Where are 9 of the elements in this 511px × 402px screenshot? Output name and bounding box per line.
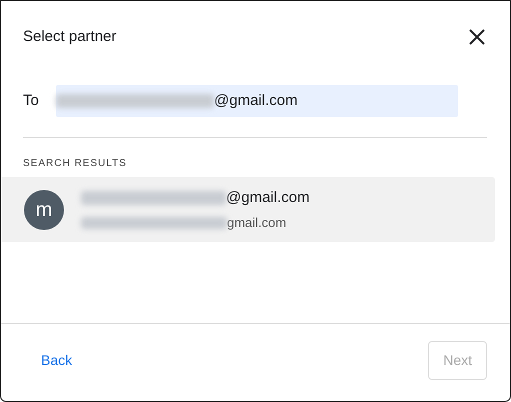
dialog-title: Select partner <box>23 26 116 47</box>
result-email: @gmail.com <box>226 188 310 208</box>
result-secondary-email: gmail.com <box>227 214 286 232</box>
search-result-row[interactable]: m @gmail.com gmail.com <box>1 177 495 242</box>
section-heading: SEARCH RESULTS <box>23 157 128 171</box>
avatar: m <box>24 190 64 230</box>
to-label: To <box>23 90 40 111</box>
back-button[interactable]: Back <box>25 344 88 377</box>
recipient-field[interactable]: @gmail.com <box>56 85 458 117</box>
